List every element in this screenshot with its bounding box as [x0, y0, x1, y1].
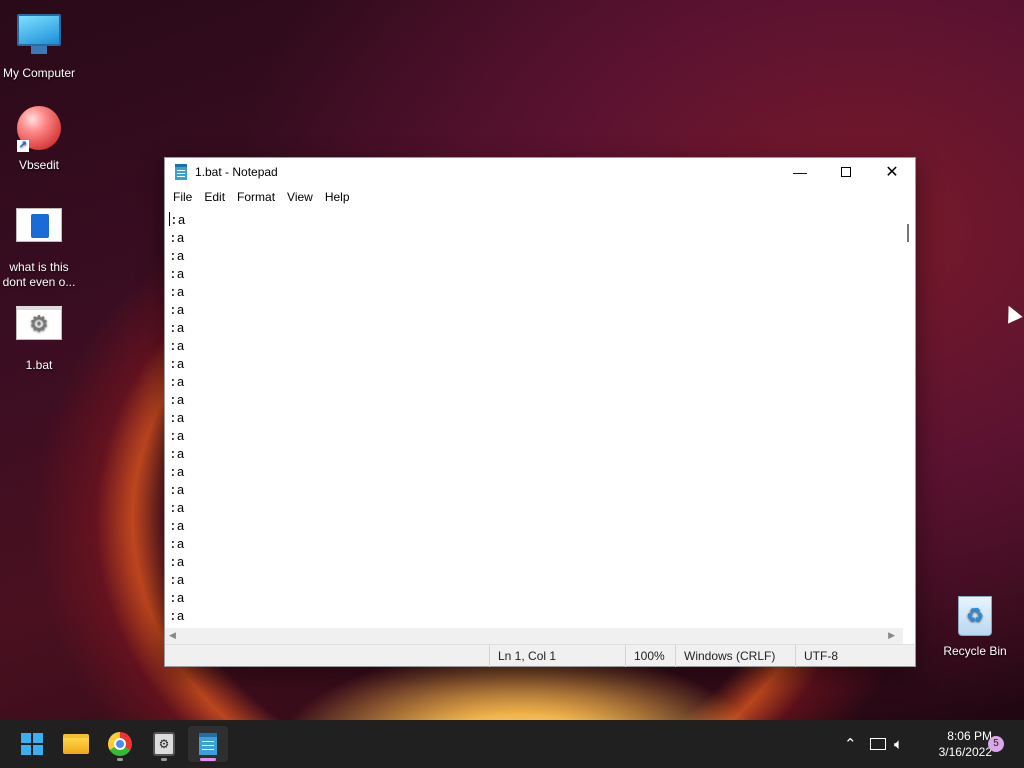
- text-line: :a: [169, 501, 185, 516]
- active-indicator: [200, 758, 216, 761]
- status-encoding: UTF-8: [795, 645, 901, 667]
- text-line: :a: [169, 339, 185, 354]
- desktop-icon-label: Vbsedit: [18, 158, 60, 172]
- text-line: :a: [169, 375, 185, 390]
- monitor-icon: [15, 14, 63, 62]
- network-button[interactable]: [870, 720, 886, 768]
- text-line: :a: [169, 483, 185, 498]
- text-line: :a: [170, 213, 186, 228]
- window-title: 1.bat - Notepad: [195, 165, 278, 179]
- desktop-icon-label: My Computer: [2, 66, 76, 80]
- maximize-icon: [841, 167, 851, 177]
- taskbar-vbsedit[interactable]: ⚙: [144, 726, 184, 762]
- text-line: :a: [169, 321, 185, 336]
- clock-time: 8:06 PM: [947, 729, 992, 743]
- text-line: :a: [169, 591, 185, 606]
- scrollbar-thumb[interactable]: [907, 224, 909, 242]
- batch-file-icon: ⚙: [15, 306, 63, 354]
- notepad-icon: [199, 733, 217, 755]
- text-line: :a: [169, 555, 185, 570]
- desktop-icon-label: 1.bat: [25, 358, 53, 372]
- start-button[interactable]: [12, 726, 52, 762]
- file-explorer-icon: [63, 734, 89, 754]
- text-line: :a: [169, 285, 185, 300]
- desktop-icon-document[interactable]: what is this dont even o...: [0, 202, 78, 290]
- scroll-right-icon[interactable]: ▶: [888, 630, 895, 641]
- volume-button[interactable]: 🔈︎: [894, 720, 903, 768]
- menu-view[interactable]: View: [281, 186, 319, 208]
- menu-edit[interactable]: Edit: [198, 186, 231, 208]
- text-line: :a: [169, 429, 185, 444]
- text-editor[interactable]: :a :a :a :a :a :a :a :a :a :a :a :a :a :a :a :a :a :a :a :a…: [165, 208, 901, 628]
- title-bar[interactable]: 1.bat - Notepad — ✕: [165, 158, 915, 186]
- desktop-icon-label: Recycle Bin: [943, 644, 1007, 658]
- text-line: :a: [169, 303, 185, 318]
- running-indicator: [117, 758, 123, 761]
- menu-format[interactable]: Format: [231, 186, 281, 208]
- maximize-button[interactable]: [823, 158, 869, 186]
- text-line: :a: [169, 447, 185, 462]
- text-line: :a: [169, 357, 185, 372]
- desktop-icon-my-computer[interactable]: My Computer: [0, 10, 78, 81]
- text-line: :a: [169, 573, 185, 588]
- vbsedit-icon: ⚙: [153, 732, 175, 756]
- notepad-window: 1.bat - Notepad — ✕ File Edit Format Vie…: [164, 157, 916, 667]
- menu-help[interactable]: Help: [319, 186, 356, 208]
- taskbar-chrome[interactable]: [100, 726, 140, 762]
- chrome-icon: [108, 732, 132, 756]
- desktop-icon-vbsedit[interactable]: ↗ Vbsedit: [0, 104, 78, 173]
- text-line: :a: [169, 231, 185, 246]
- text-line: :a: [169, 519, 185, 534]
- text-line: :a: [169, 249, 185, 264]
- document-icon: [15, 208, 63, 256]
- clock[interactable]: 8:06 PM 3/16/2022: [920, 728, 992, 760]
- recycle-bin-icon: ♻: [958, 596, 992, 636]
- text-line: :a: [169, 267, 185, 282]
- volume-icon: 🔈︎: [894, 735, 904, 753]
- taskbar-file-explorer[interactable]: [56, 726, 96, 762]
- menu-file[interactable]: File: [167, 186, 198, 208]
- status-zoom: 100%: [625, 645, 677, 667]
- clock-date: 3/16/2022: [938, 745, 992, 759]
- vertical-scrollbar[interactable]: [901, 208, 915, 628]
- minimize-button[interactable]: —: [777, 158, 823, 186]
- chevron-up-icon: ⌃: [844, 736, 857, 753]
- close-button[interactable]: ✕: [869, 158, 915, 186]
- show-hidden-icons-button[interactable]: ⌃: [844, 720, 857, 768]
- taskbar: ⚙ ⌃ 🔈︎ 8:06 PM 3/16/2022: [0, 720, 1024, 768]
- mouse-cursor-icon: [1001, 302, 1023, 324]
- desktop-icon-recycle-bin[interactable]: ♻ Recycle Bin: [938, 596, 1012, 658]
- desktop-icon-label: what is this dont even o...: [2, 260, 76, 289]
- close-icon: ✕: [885, 164, 899, 181]
- minimize-icon: —: [793, 164, 807, 180]
- text-line: :a: [169, 537, 185, 552]
- text-line: :a: [169, 609, 185, 624]
- desktop-icon-1-bat[interactable]: ⚙ 1.bat: [0, 300, 78, 373]
- horizontal-scrollbar[interactable]: ◀ ▶: [165, 628, 903, 644]
- scroll-left-icon[interactable]: ◀: [169, 630, 176, 641]
- notepad-icon: [175, 164, 187, 180]
- menu-bar: File Edit Format View Help: [165, 186, 915, 208]
- running-indicator: [161, 758, 167, 761]
- taskbar-notepad[interactable]: [188, 726, 228, 762]
- text-line: :a: [169, 465, 185, 480]
- status-line-ending: Windows (CRLF): [675, 645, 795, 667]
- status-position: Ln 1, Col 1: [489, 645, 625, 667]
- status-bar: Ln 1, Col 1 100% Windows (CRLF) UTF-8: [165, 644, 915, 667]
- vbsedit-icon: ↗: [15, 106, 63, 154]
- shortcut-arrow-icon: ↗: [17, 140, 29, 152]
- network-icon: [870, 738, 886, 750]
- notification-badge[interactable]: 5: [988, 736, 1004, 752]
- start-icon: [21, 733, 43, 755]
- text-line: :a: [169, 393, 185, 408]
- text-line: :a: [169, 411, 185, 426]
